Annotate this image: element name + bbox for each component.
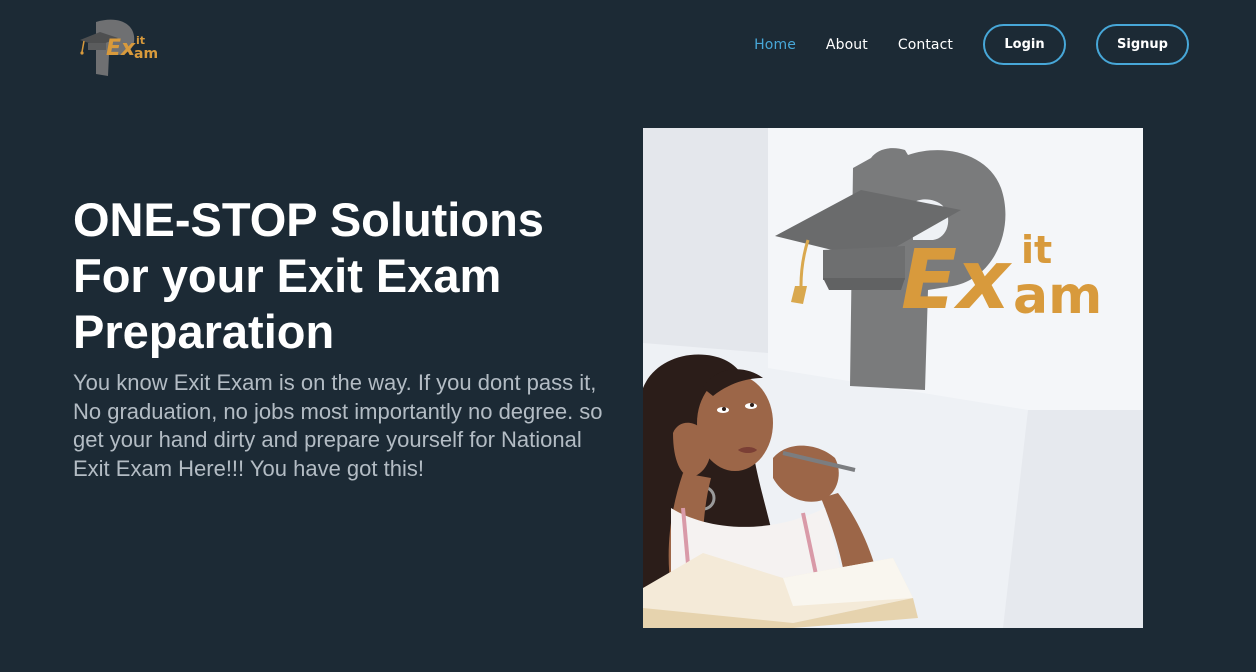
signup-button[interactable]: Signup — [1096, 24, 1189, 65]
site-logo[interactable]: Ex it am — [76, 14, 168, 78]
nav-contact-link[interactable]: Contact — [898, 37, 953, 53]
svg-text:am: am — [1013, 266, 1102, 326]
graduation-cap-logo-icon: Ex it am — [80, 19, 158, 76]
svg-text:Ex: Ex — [106, 36, 136, 61]
login-button[interactable]: Login — [983, 24, 1066, 65]
svg-text:Ex: Ex — [901, 233, 1013, 328]
student-thinking-illustration-icon: Ex it am — [643, 128, 1143, 628]
nav-home-link[interactable]: Home — [754, 37, 796, 53]
page: Ex it am Home About Contact Login Signup… — [0, 0, 1256, 672]
nav-about-link[interactable]: About — [826, 37, 868, 53]
hero-image: Ex it am — [643, 128, 1143, 628]
hero-title: ONE-STOP Solutions For your Exit Exam Pr… — [73, 193, 544, 358]
main-nav: Home About Contact Login Signup — [754, 24, 1189, 65]
hero-description: You know Exit Exam is on the way. If you… — [73, 370, 603, 481]
svg-text:am: am — [134, 46, 158, 62]
